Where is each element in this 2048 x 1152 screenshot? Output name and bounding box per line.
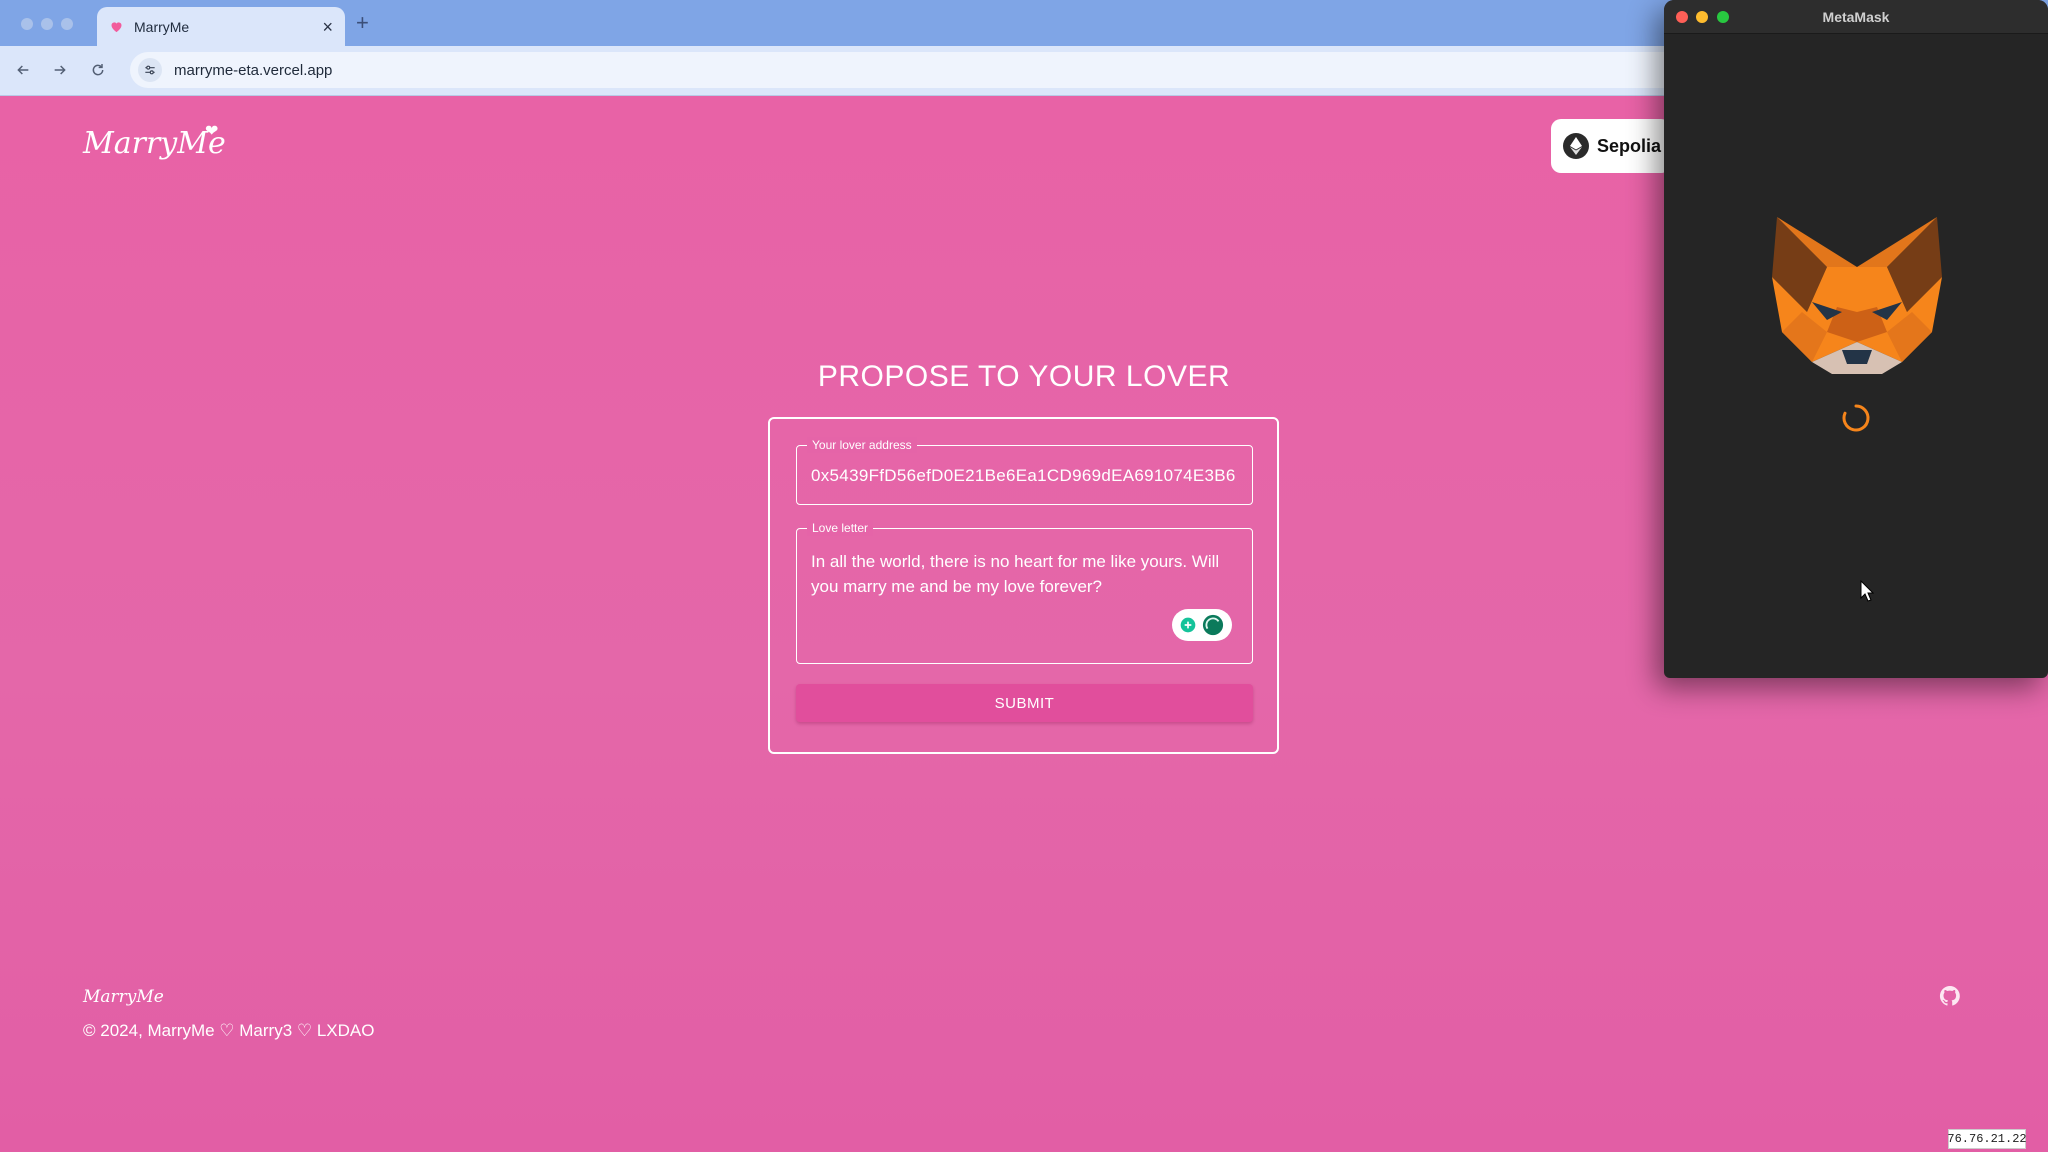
- love-letter-field[interactable]: Love letter In all the world, there is n…: [796, 520, 1253, 664]
- window-close-button[interactable]: [21, 18, 33, 30]
- network-button[interactable]: Sepolia: [1551, 119, 1671, 173]
- loading-spinner-icon: [1840, 402, 1872, 434]
- url-text: marryme-eta.vercel.app: [174, 61, 333, 79]
- tab-title: MarryMe: [134, 18, 190, 35]
- arrow-left-icon[interactable]: [12, 58, 34, 82]
- ip-badge: 76.76.21.22: [1947, 1129, 2027, 1149]
- address-bar[interactable]: marryme-eta.vercel.app: [130, 52, 1690, 88]
- tab-close-icon[interactable]: ×: [322, 18, 333, 36]
- arrow-right-icon[interactable]: [49, 58, 71, 82]
- browser-tab[interactable]: MarryMe ×: [97, 7, 345, 46]
- reload-icon[interactable]: [87, 58, 109, 82]
- heart-icon: ❤: [205, 123, 219, 140]
- github-icon[interactable]: [1938, 984, 1962, 1008]
- copyright-text: © 2024, MarryMe ♡ Marry3 ♡ LXDAO: [83, 1021, 375, 1040]
- window-zoom-button[interactable]: [61, 18, 73, 30]
- metamask-title: MetaMask: [1822, 9, 1890, 25]
- grammarly-icon[interactable]: [1172, 609, 1232, 641]
- love-letter-label: Love letter: [807, 520, 874, 536]
- lover-address-label: Your lover address: [807, 437, 917, 453]
- ethereum-icon: [1563, 133, 1589, 159]
- tune-icon[interactable]: [138, 58, 162, 82]
- lover-address-input[interactable]: 0x5439FfD56efD0E21Be6Ea1CD969dEA691074E3…: [811, 466, 1236, 486]
- footer-logo: MarryMe: [83, 987, 164, 1007]
- metamask-fox-icon: [1772, 212, 1942, 377]
- new-tab-button[interactable]: +: [356, 10, 369, 36]
- lover-address-field[interactable]: Your lover address 0x5439FfD56efD0E21Be6…: [796, 437, 1253, 505]
- metamask-window: MetaMask: [1664, 0, 2048, 678]
- submit-button[interactable]: SUBMIT: [796, 684, 1253, 722]
- window-minimize-button[interactable]: [41, 18, 53, 30]
- metamask-title-bar: MetaMask: [1664, 0, 2048, 34]
- mouse-cursor-icon: [1860, 579, 1875, 602]
- network-label: Sepolia: [1597, 135, 1662, 156]
- heart-favicon-icon: [109, 19, 124, 34]
- proposal-form: Your lover address 0x5439FfD56efD0E21Be6…: [768, 417, 1279, 754]
- love-letter-textarea[interactable]: In all the world, there is no heart for …: [811, 549, 1241, 599]
